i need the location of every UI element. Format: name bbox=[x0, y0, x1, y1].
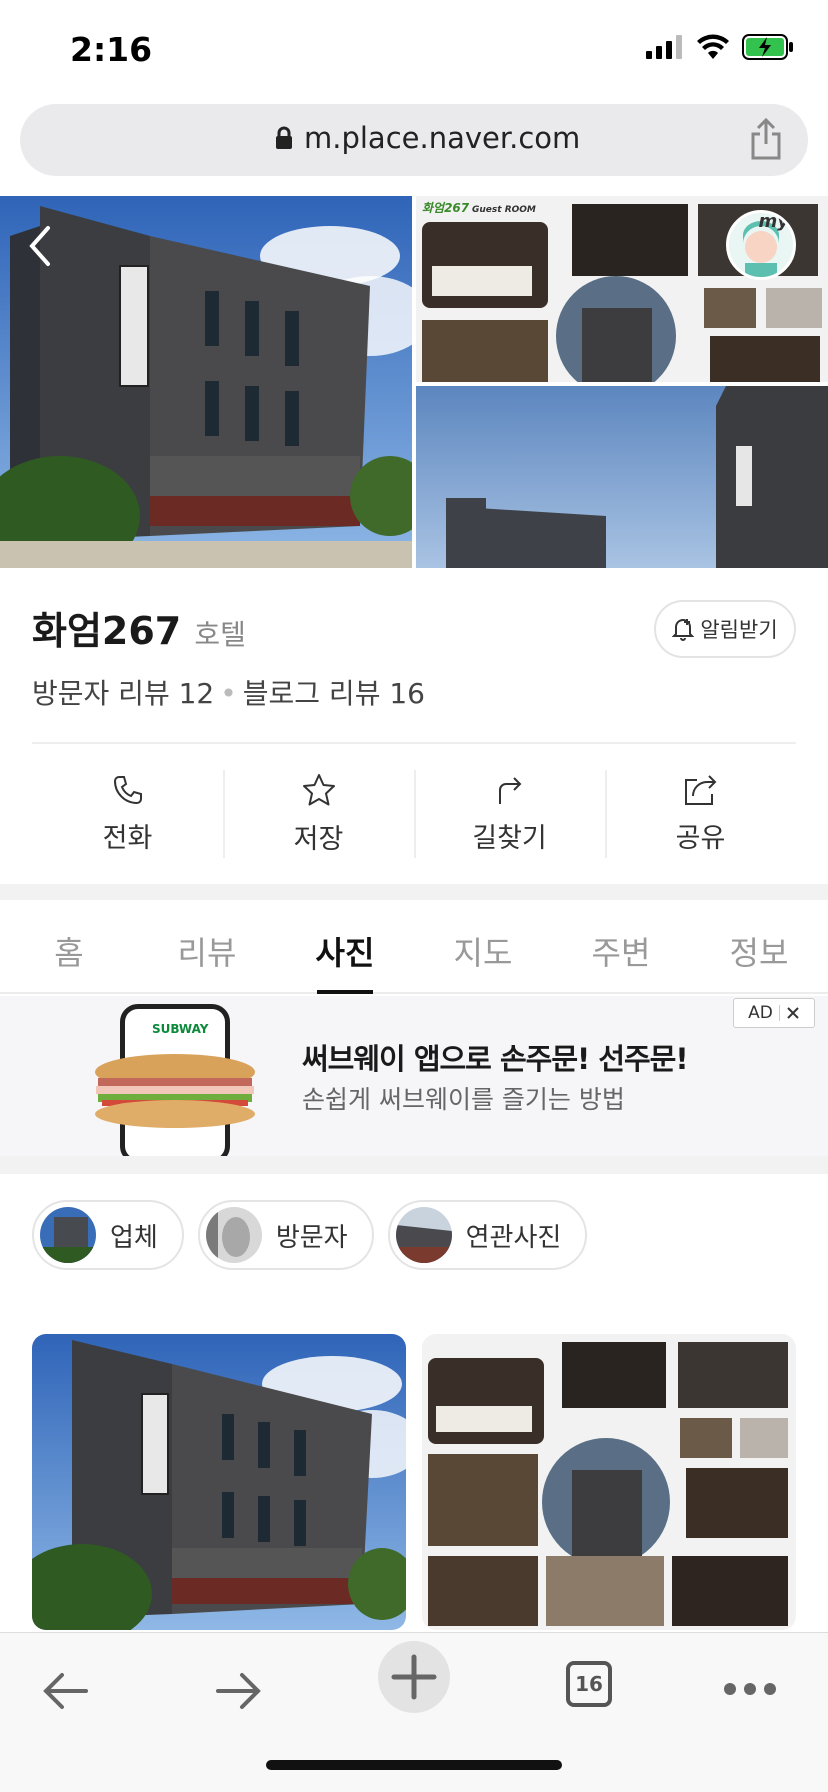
tab-nearby[interactable]: 주변 bbox=[552, 900, 690, 992]
bell-plus-icon bbox=[672, 619, 695, 641]
call-label: 전화 bbox=[102, 822, 153, 854]
directions-label: 길찾기 bbox=[472, 822, 547, 854]
tab-home[interactable]: 홈 bbox=[0, 900, 138, 992]
directions-button[interactable]: 길찾기 bbox=[414, 766, 605, 862]
collage-title-text: 화엄267 bbox=[422, 201, 470, 215]
ad-tag[interactable]: AD bbox=[733, 998, 815, 1028]
share-icon[interactable] bbox=[750, 118, 782, 160]
phone-icon bbox=[113, 775, 142, 804]
status-bar: 2:16 bbox=[0, 0, 828, 96]
sandwich-image bbox=[95, 1054, 255, 1128]
url-text: m.place.naver.com bbox=[304, 121, 581, 155]
ad-brand-logo: SUBWAY bbox=[152, 1022, 209, 1036]
save-button[interactable]: 저장 bbox=[223, 766, 414, 862]
tabs-count-button[interactable]: 16 bbox=[566, 1661, 612, 1707]
ad-banner[interactable]: SUBWAY 써브웨이 앱으로 손주문! 선주문! 손쉽게 써브웨이를 즐기는 … bbox=[0, 996, 828, 1156]
chip-thumbnail bbox=[40, 1207, 96, 1263]
status-icons bbox=[646, 34, 794, 60]
star-icon bbox=[302, 773, 335, 805]
back-icon[interactable] bbox=[40, 1671, 90, 1711]
tab-map[interactable]: 지도 bbox=[414, 900, 552, 992]
directions-icon bbox=[498, 776, 521, 804]
tab-bar: 홈 리뷰 사진 지도 주변 정보 bbox=[0, 900, 828, 994]
notify-label: 알림받기 bbox=[700, 618, 778, 642]
filter-chip-related[interactable]: 연관사진 bbox=[387, 1200, 588, 1270]
hotel-sky-photo[interactable] bbox=[416, 386, 828, 568]
wifi-icon bbox=[697, 34, 729, 59]
status-time: 2:16 bbox=[70, 30, 153, 69]
my-badge-label: my bbox=[758, 211, 790, 232]
lock-icon bbox=[276, 126, 292, 149]
tab-reviews[interactable]: 리뷰 bbox=[138, 900, 276, 992]
new-tab-button[interactable] bbox=[378, 1641, 450, 1713]
place-name: 화엄267 bbox=[32, 609, 182, 653]
chip-thumbnail bbox=[395, 1207, 452, 1263]
place-category: 호텔 bbox=[194, 618, 246, 651]
filter-chip-label: 업체 bbox=[110, 1222, 158, 1253]
filter-chip-business[interactable]: 업체 bbox=[32, 1200, 184, 1270]
ad-tag-label: AD bbox=[748, 1003, 773, 1023]
photo-filter-chips: 업체 방문자 연관사진 bbox=[32, 1200, 588, 1270]
action-row: 전화 저장 길찾기 공유 bbox=[32, 766, 796, 862]
hotel-exterior-photo[interactable] bbox=[0, 196, 412, 568]
ad-tag-divider bbox=[778, 1005, 780, 1021]
home-indicator bbox=[266, 1760, 562, 1770]
share-icon bbox=[684, 774, 716, 805]
forward-icon[interactable] bbox=[214, 1671, 264, 1711]
back-arrow-icon[interactable] bbox=[28, 224, 52, 268]
signal-icon bbox=[646, 35, 682, 59]
filter-chip-label: 방문자 bbox=[275, 1222, 348, 1253]
more-icon[interactable] bbox=[722, 1681, 778, 1697]
section-gap bbox=[0, 884, 828, 900]
blog-review-link[interactable]: 블로그 리뷰 16 bbox=[243, 677, 425, 710]
plus-icon bbox=[391, 1654, 437, 1700]
ad-subtext: 손쉽게 써브웨이를 즐기는 방법 bbox=[302, 1085, 625, 1114]
photo-thumbnail[interactable] bbox=[422, 1334, 796, 1630]
save-label: 저장 bbox=[293, 823, 344, 855]
address-bar[interactable]: m.place.naver.com bbox=[20, 104, 808, 176]
filter-chip-visitor[interactable]: 방문자 bbox=[197, 1200, 374, 1270]
ad-headline: 써브웨이 앱으로 손주문! 선주문! bbox=[302, 1042, 689, 1076]
review-counts: 방문자 리뷰 12 • 블로그 리뷰 16 bbox=[32, 672, 425, 712]
share-label: 공유 bbox=[675, 822, 726, 854]
chip-thumbnail bbox=[205, 1207, 262, 1263]
tab-info[interactable]: 정보 bbox=[690, 900, 828, 992]
tab-photos[interactable]: 사진 bbox=[276, 900, 414, 994]
section-gap bbox=[0, 1156, 828, 1174]
notify-button[interactable]: 알림받기 bbox=[654, 600, 796, 658]
separator-dot: • bbox=[220, 677, 237, 710]
collage-sub-text: Guest ROOM bbox=[472, 205, 536, 215]
divider bbox=[32, 742, 796, 744]
battery-charging-icon bbox=[742, 34, 793, 60]
my-avatar-button[interactable]: my bbox=[726, 210, 796, 280]
share-button[interactable]: 공유 bbox=[605, 766, 796, 862]
photo-thumbnail[interactable] bbox=[32, 1334, 406, 1630]
visitor-review-link[interactable]: 방문자 리뷰 12 bbox=[32, 677, 214, 710]
close-icon[interactable] bbox=[786, 1006, 800, 1020]
call-button[interactable]: 전화 bbox=[32, 766, 223, 862]
hero-photos[interactable]: 화엄267 Guest ROOM my bbox=[0, 196, 828, 568]
filter-chip-label: 연관사진 bbox=[465, 1222, 562, 1253]
